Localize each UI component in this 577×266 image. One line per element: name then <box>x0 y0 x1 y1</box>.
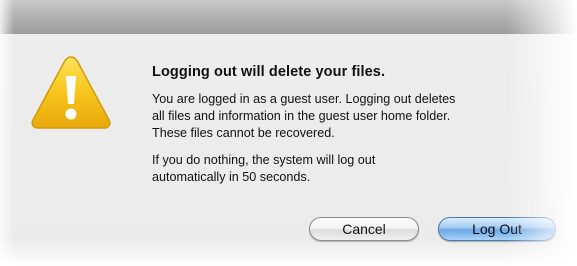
alert-content: Logging out will delete your files. You … <box>152 64 547 196</box>
log-out-button[interactable]: Log Out <box>438 217 556 241</box>
countdown-message: If you do nothing, the system will log o… <box>152 153 376 184</box>
alert-message: You are logged in as a guest user. Loggi… <box>152 92 456 140</box>
window-titlebar <box>0 0 577 34</box>
alert-headline: Logging out will delete your files. <box>152 64 386 80</box>
cancel-button[interactable]: Cancel <box>309 217 419 241</box>
warning-triangle-icon <box>31 56 111 129</box>
